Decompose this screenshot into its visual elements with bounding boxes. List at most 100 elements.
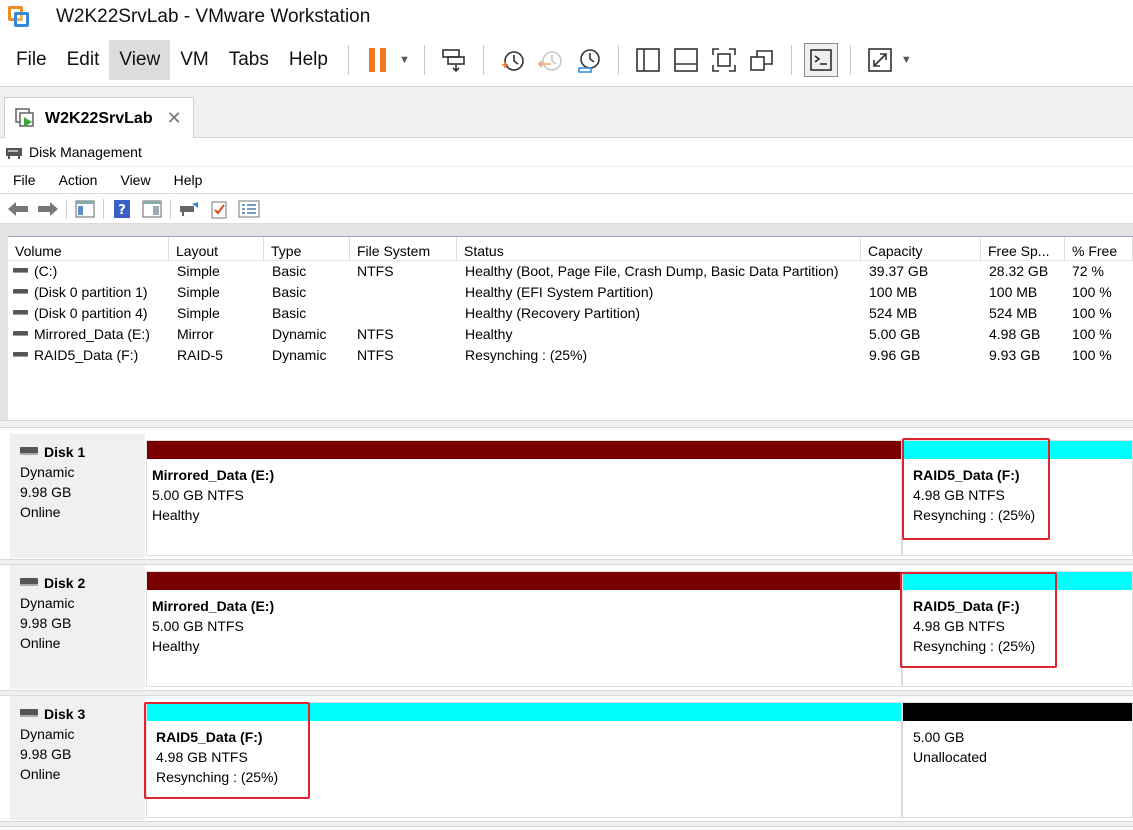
table-row[interactable]: (Disk 0 partition 4) Simple Basic Health… [8,303,1133,324]
window-titlebar: W2K22SrvLab - VMware Workstation [0,0,1133,34]
disk-3-label[interactable]: Disk 3 Dynamic 9.98 GB Online [10,696,145,820]
col-percent-free[interactable]: % Free [1065,237,1133,261]
partition-raid5-data-disk3[interactable]: RAID5_Data (F:) 4.98 GB NTFS Resynching … [146,702,902,818]
help-button[interactable]: ? [110,198,134,220]
chevron-down-icon[interactable]: ▼ [399,54,410,66]
table-row[interactable]: (C:) Simple Basic NTFS Healthy (Boot, Pa… [8,261,1133,282]
col-capacity[interactable]: Capacity [861,237,981,261]
disk-icon [20,709,38,717]
console-view-button[interactable] [803,43,838,77]
toolbar-divider [482,45,484,75]
show-hide-console-tree-button[interactable] [73,198,97,220]
chevron-down-icon[interactable]: ▼ [901,54,912,66]
col-status[interactable]: Status [457,237,861,261]
toolbar-divider [423,45,425,75]
properties-view-button[interactable] [140,198,164,220]
partition-mirrored-data-disk2[interactable]: Mirrored_Data (E:) 5.00 GB NTFS Healthy [146,571,902,687]
toolbar-divider [347,45,349,75]
list-settings-icon [238,200,260,217]
dm-titlebar: Disk Management [0,138,1133,166]
dm-title: Disk Management [29,144,142,160]
send-ctrl-alt-del-button[interactable] [437,43,471,77]
thumbnail-bar-icon [674,48,698,72]
partition-mirrored-data-disk1[interactable]: Mirrored_Data (E:) 5.00 GB NTFS Healthy [146,440,902,556]
toolbar-divider [170,198,171,219]
volume-list-pane: Volume Layout Type File System Status Ca… [0,224,1133,420]
raid5-volume-bar [903,572,1132,590]
toolbar-divider [66,198,67,219]
help-icon: ? [114,199,130,218]
library-panel-icon [636,48,660,72]
volume-icon [13,352,28,357]
table-row[interactable]: (Disk 0 partition 1) Simple Basic Health… [8,282,1133,303]
menu-help[interactable]: Help [279,40,338,80]
raid5-volume-bar [147,703,901,721]
table-row[interactable]: Mirrored_Data (E:) Mirror Dynamic NTFS H… [8,324,1133,345]
volume-icon [13,289,28,294]
menu-edit[interactable]: Edit [57,40,110,80]
unity-windows-icon [750,50,773,71]
col-free-space[interactable]: Free Sp... [981,237,1065,261]
check-button[interactable] [207,198,231,220]
volume-icon [13,331,28,336]
unallocated-bar [903,703,1132,721]
dynamic-volume-bar [147,441,901,459]
show-thumbnail-bar-button[interactable] [669,43,703,77]
partition-unallocated-disk3[interactable]: 5.00 GB Unallocated [902,702,1133,818]
disk-management-icon [6,148,22,159]
partition-raid5-data-disk1[interactable]: RAID5_Data (F:) 4.98 GB NTFS Resynching … [902,440,1133,556]
pane-splitter[interactable] [0,420,1133,428]
suspend-button[interactable] [361,43,395,77]
col-file-system[interactable]: File System [350,237,457,261]
menu-tabs[interactable]: Tabs [219,40,279,80]
tab-w2k22srvlab[interactable]: W2K22SrvLab ✕ [4,97,194,139]
volume-icon [13,268,28,273]
snapshot-manager-button[interactable] [572,43,606,77]
take-snapshot-button[interactable] [496,43,530,77]
dm-toolbar: ? [0,194,1133,224]
disk-icon [20,447,38,455]
toolbar-divider [103,198,104,219]
stretch-guest-button[interactable] [863,43,897,77]
vmware-menubar: File Edit View VM Tabs Help [6,40,338,80]
volume-icon [13,310,28,315]
terminal-icon [810,49,832,71]
back-button[interactable] [6,198,30,220]
close-icon[interactable]: ✕ [167,108,182,129]
pause-icon [368,48,386,72]
table-row[interactable]: RAID5_Data (F:) RAID-5 Dynamic NTFS Resy… [8,345,1133,366]
revert-clock-icon [537,51,562,71]
menu-file[interactable]: File [6,40,57,80]
revert-snapshot-button[interactable] [534,43,568,77]
volume-list: Volume Layout Type File System Status Ca… [8,236,1133,420]
dm-menu-help[interactable]: Help [161,172,213,188]
toolbar-divider [617,45,619,75]
disk-2-label[interactable]: Disk 2 Dynamic 9.98 GB Online [10,565,145,689]
show-library-button[interactable] [631,43,665,77]
col-type[interactable]: Type [264,237,350,261]
vm-running-icon [15,107,34,127]
full-screen-button[interactable] [707,43,741,77]
send-keys-icon [442,49,465,73]
svg-text:?: ? [118,203,126,218]
drive-key-icon [180,201,198,216]
volume-list-header: Volume Layout Type File System Status Ca… [8,237,1133,261]
disk-1-label[interactable]: Disk 1 Dynamic 9.98 GB Online [10,434,145,558]
dm-menubar: File Action View Help [0,166,1133,194]
dm-menu-file[interactable]: File [0,172,46,188]
menu-view[interactable]: View [109,40,171,80]
settings-list-button[interactable] [237,198,261,220]
connect-disk-button[interactable] [177,198,201,220]
dm-menu-view[interactable]: View [107,172,160,188]
toolbar-divider [790,45,792,75]
console-tree-icon [75,200,95,217]
forward-button[interactable] [36,198,60,220]
menu-vm[interactable]: VM [170,40,219,80]
col-volume[interactable]: Volume [8,237,169,261]
partition-raid5-data-disk2[interactable]: RAID5_Data (F:) 4.98 GB NTFS Resynching … [902,571,1133,687]
col-layout[interactable]: Layout [169,237,264,261]
arrow-left-icon [8,201,28,216]
unity-button[interactable] [745,43,779,77]
checklist-icon [211,201,227,218]
dm-menu-action[interactable]: Action [46,172,108,188]
